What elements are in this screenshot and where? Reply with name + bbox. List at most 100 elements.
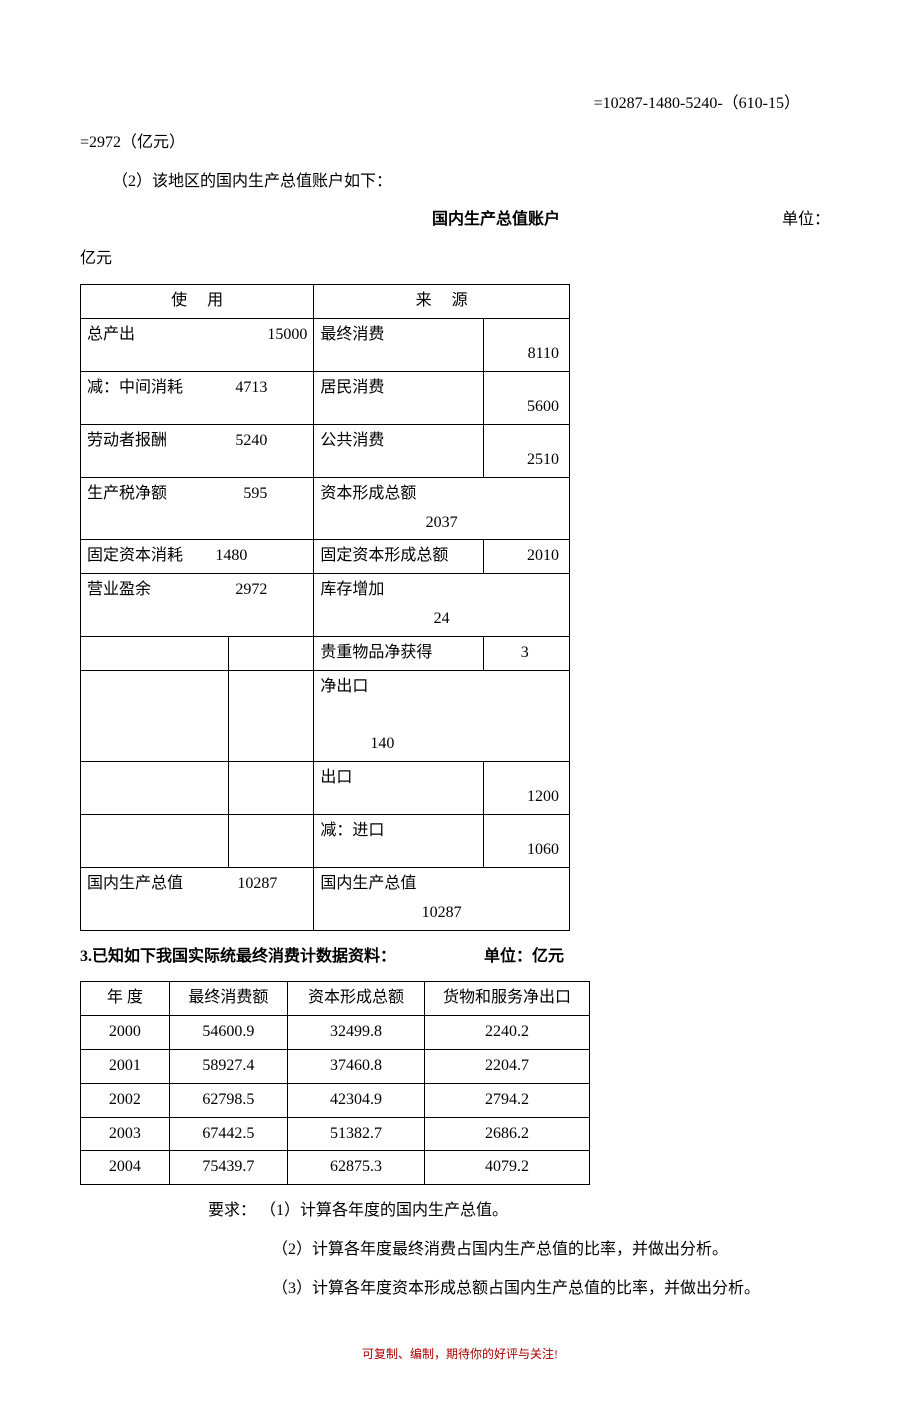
table-row: 2001 58927.4 37460.8 2204.7 (81, 1049, 590, 1083)
col-header: 最终消费额 (169, 982, 287, 1016)
empty (228, 636, 314, 670)
table-row: 出口 1200 (81, 761, 570, 814)
req1: （1）计算各年度的国内生产总值。 (260, 1202, 508, 1219)
label: 减：中间消耗 (87, 374, 183, 403)
label: 固定资本消耗 (87, 542, 183, 571)
cell: 2000 (81, 1016, 170, 1050)
cell: 54600.9 (169, 1016, 287, 1050)
col-header: 年 度 (81, 982, 170, 1016)
value: 1200 (484, 761, 570, 814)
cell: 国内生产总值 10287 (81, 867, 314, 930)
equation-result: =2972（亿元） (80, 129, 840, 158)
value: 2510 (484, 424, 570, 477)
req-label: 要求： (208, 1202, 256, 1219)
table-row: 2003 67442.5 51382.7 2686.2 (81, 1117, 590, 1151)
cell: 生产税净额 595 (81, 477, 314, 540)
cell: 2004 (81, 1151, 170, 1185)
cell: 62875.3 (288, 1151, 425, 1185)
value: 24 (320, 605, 563, 634)
section3-unit: 单位：亿元 (484, 948, 564, 965)
table1-unit-pre: 单位： (782, 206, 830, 235)
label: 国内生产总值 (87, 870, 183, 899)
table-row: 劳动者报酬 5240 公共消费 2510 (81, 424, 570, 477)
cell: 75439.7 (169, 1151, 287, 1185)
requirements-line1: 要求： （1）计算各年度的国内生产总值。 (208, 1197, 840, 1226)
label: 出口 (314, 761, 484, 814)
cell: 42304.9 (288, 1083, 425, 1117)
table-row: 固定资本消耗 1480 固定资本形成总额 2010 (81, 540, 570, 574)
cell: 净出口 140 (314, 670, 570, 761)
table-row: 贵重物品净获得 3 (81, 636, 570, 670)
table-row: 2002 62798.5 42304.9 2794.2 (81, 1083, 590, 1117)
cell: 62798.5 (169, 1083, 287, 1117)
footer-note: 可复制、编制，期待你的好评与关注! (80, 1344, 840, 1366)
value: 15000 (267, 321, 307, 350)
value: 10287 (320, 899, 563, 928)
table-row: 2000 54600.9 32499.8 2240.2 (81, 1016, 590, 1050)
equation-line: =10287-1480-5240-（610-15） (80, 90, 840, 119)
label: 贵重物品净获得 (314, 636, 484, 670)
gdp-head-uses: 使用 (81, 284, 314, 318)
col-header: 货物和服务净出口 (425, 982, 590, 1016)
consumption-data-table: 年 度 最终消费额 资本形成总额 货物和服务净出口 2000 54600.9 3… (80, 981, 590, 1185)
cell: 库存增加 24 (314, 574, 570, 637)
value: 3 (484, 636, 570, 670)
cell: 4079.2 (425, 1151, 590, 1185)
section3-title: 3.已知如下我国实际统最终消费计数据资料： (80, 948, 396, 965)
label: 劳动者报酬 (87, 427, 167, 456)
label: 国内生产总值 (320, 875, 416, 892)
cell: 37460.8 (288, 1049, 425, 1083)
gdp-account-table: 使用 来源 总产出 15000 最终消费 8110 减：中间消耗 4713 居民… (80, 284, 570, 931)
cell: 减：中间消耗 4713 (81, 371, 314, 424)
empty (228, 814, 314, 867)
empty (81, 761, 229, 814)
gdp-head-sources: 来源 (314, 284, 570, 318)
cell: 营业盈余 2972 (81, 574, 314, 637)
cell: 总产出 15000 (81, 318, 314, 371)
empty (228, 761, 314, 814)
table-row: 生产税净额 595 资本形成总额 2037 (81, 477, 570, 540)
empty (81, 670, 229, 761)
cell: 67442.5 (169, 1117, 287, 1151)
cell: 58927.4 (169, 1049, 287, 1083)
table1-unit-suffix: 亿元 (80, 245, 840, 274)
col-header: 资本形成总额 (288, 982, 425, 1016)
label: 净出口 (320, 678, 368, 695)
table-row: 国内生产总值 10287 国内生产总值 10287 (81, 867, 570, 930)
label: 居民消费 (314, 371, 484, 424)
empty (81, 814, 229, 867)
table-row: 营业盈余 2972 库存增加 24 (81, 574, 570, 637)
value: 8110 (484, 318, 570, 371)
table1-title-row: 国内生产总值账户 单位： (80, 206, 840, 235)
cell: 2001 (81, 1049, 170, 1083)
value: 2037 (320, 509, 563, 538)
label: 总产出 (87, 321, 135, 350)
cell: 2003 (81, 1117, 170, 1151)
cell: 资本形成总额 2037 (314, 477, 570, 540)
cell: 国内生产总值 10287 (314, 867, 570, 930)
cell: 51382.7 (288, 1117, 425, 1151)
req2: （2）计算各年度最终消费占国内生产总值的比率，并做出分析。 (272, 1236, 840, 1265)
label: 资本形成总额 (320, 485, 416, 502)
table1-title: 国内生产总值账户 (210, 206, 782, 235)
table-row: 减：进口 1060 (81, 814, 570, 867)
label: 固定资本形成总额 (314, 540, 484, 574)
table-row: 总产出 15000 最终消费 8110 (81, 318, 570, 371)
value: 10287 (237, 870, 307, 899)
value: 1480 (215, 542, 307, 571)
label: 营业盈余 (87, 576, 151, 605)
value: 595 (243, 480, 307, 509)
label: 减：进口 (314, 814, 484, 867)
value: 5240 (235, 427, 307, 456)
label: 生产税净额 (87, 480, 167, 509)
empty (81, 636, 229, 670)
paragraph-2: （2）该地区的国内生产总值账户如下： (80, 168, 840, 197)
label: 公共消费 (314, 424, 484, 477)
empty (228, 670, 314, 761)
value: 5600 (484, 371, 570, 424)
value: 4713 (235, 374, 307, 403)
cell: 2686.2 (425, 1117, 590, 1151)
label: 最终消费 (314, 318, 484, 371)
req3: （3）计算各年度资本形成总额占国内生产总值的比率，并做出分析。 (272, 1275, 840, 1304)
cell: 固定资本消耗 1480 (81, 540, 314, 574)
